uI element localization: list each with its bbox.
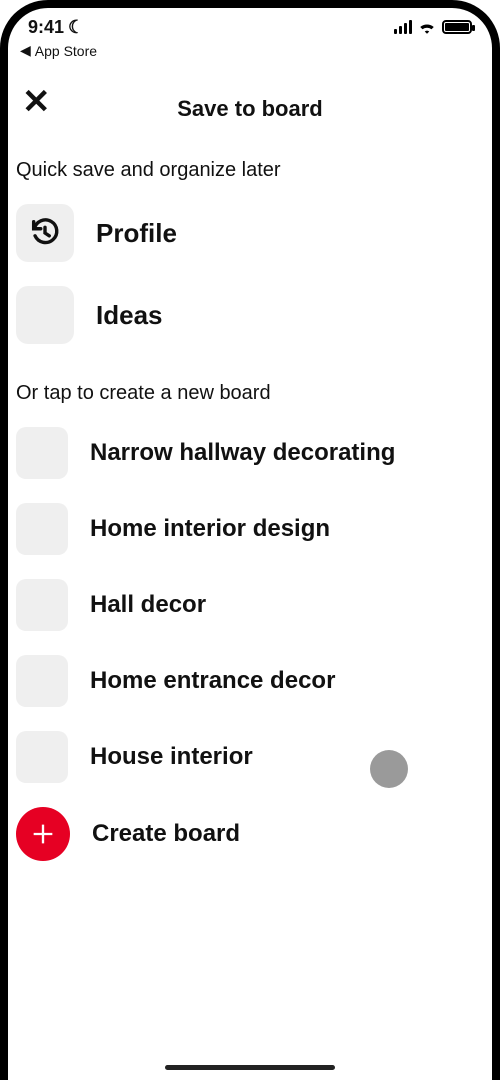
create-board-icon: [16, 807, 70, 861]
suggested-board-row[interactable]: Home interior design: [12, 491, 488, 567]
sheet-header: ✕ Save to board: [0, 81, 500, 137]
board-row-label: House interior: [90, 743, 253, 771]
board-row-profile[interactable]: Profile: [12, 192, 488, 274]
page-title: Save to board: [177, 96, 322, 122]
board-thumb: [16, 427, 68, 479]
plus-icon: [29, 820, 57, 848]
board-thumb: [16, 204, 74, 262]
create-section-label: Or tap to create a new board: [0, 356, 500, 415]
do-not-disturb-icon: ☾: [68, 17, 84, 38]
history-icon: [28, 216, 62, 250]
board-row-label: Ideas: [96, 300, 163, 331]
back-to-app-label: App Store: [35, 43, 97, 59]
back-caret-icon: ◀: [20, 42, 31, 59]
close-button[interactable]: ✕: [22, 85, 51, 119]
battery-icon: [442, 20, 472, 34]
back-to-app-link[interactable]: ◀ App Store: [0, 42, 500, 59]
board-row-label: Hall decor: [90, 591, 206, 619]
close-icon: ✕: [22, 83, 51, 121]
board-row-label: Home entrance decor: [90, 667, 335, 695]
create-board-row[interactable]: Create board: [12, 795, 488, 873]
status-bar: 9:41 ☾: [0, 0, 500, 40]
status-time: 9:41: [28, 17, 64, 38]
create-board-label: Create board: [92, 820, 240, 848]
board-thumb: [16, 731, 68, 783]
board-row-ideas[interactable]: Ideas: [12, 274, 488, 356]
board-row-label: Profile: [96, 218, 177, 249]
quick-save-list: Profile Ideas: [0, 192, 500, 356]
board-thumb: [16, 503, 68, 555]
suggested-board-row[interactable]: Home entrance decor: [12, 643, 488, 719]
cellular-signal-icon: [394, 20, 412, 34]
board-thumb: [16, 286, 74, 344]
quick-save-section-label: Quick save and organize later: [0, 137, 500, 192]
suggested-board-list: Narrow hallway decorating Home interior …: [0, 415, 500, 873]
suggested-board-row[interactable]: Hall decor: [12, 567, 488, 643]
suggested-board-row[interactable]: Narrow hallway decorating: [12, 415, 488, 491]
suggested-board-row[interactable]: House interior: [12, 719, 488, 795]
board-row-label: Home interior design: [90, 515, 330, 543]
board-thumb: [16, 579, 68, 631]
wifi-icon: [418, 20, 436, 34]
board-row-label: Narrow hallway decorating: [90, 439, 395, 467]
home-indicator[interactable]: [165, 1065, 335, 1070]
board-thumb: [16, 655, 68, 707]
